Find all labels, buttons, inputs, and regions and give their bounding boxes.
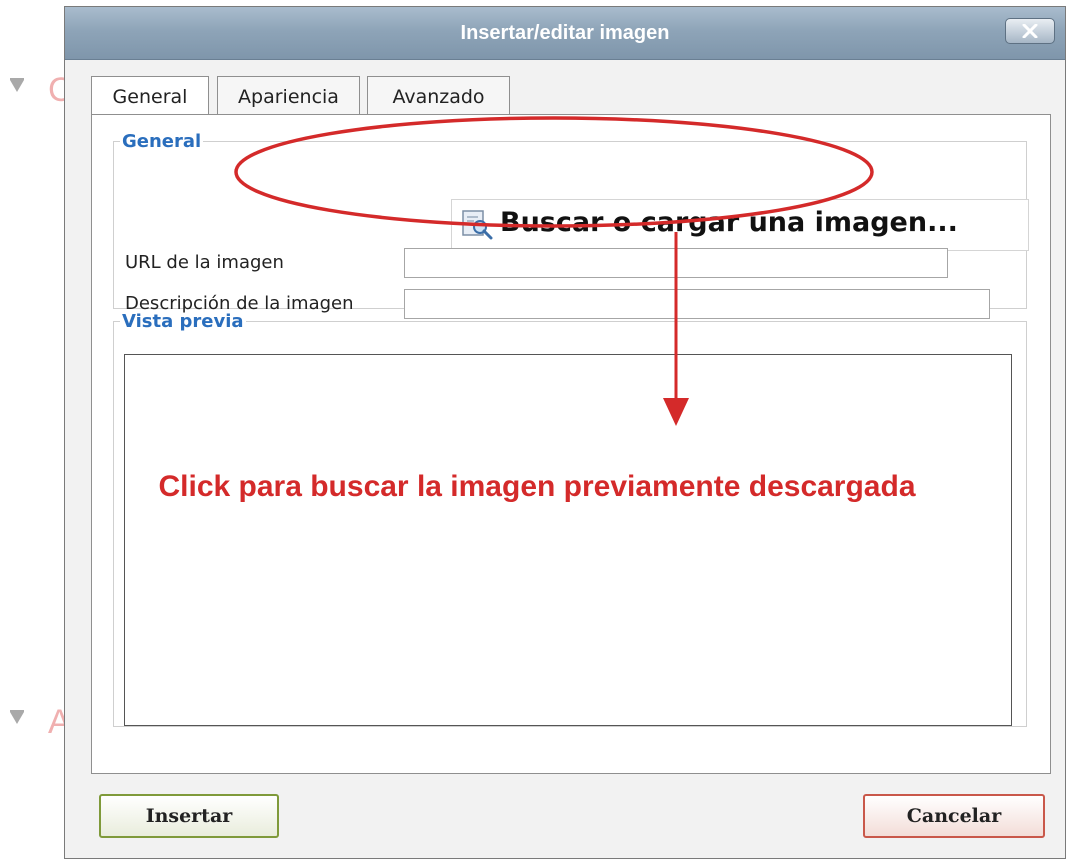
image-search-icon [462, 210, 493, 240]
insert-image-dialog: Insertar/editar imagen General Aparienci… [64, 6, 1066, 859]
tab-apariencia[interactable]: Apariencia [217, 76, 360, 116]
dialog-title: Insertar/editar imagen [460, 22, 670, 44]
collapse-triangle-icon[interactable] [10, 80, 24, 92]
insert-button[interactable]: Insertar [99, 794, 279, 838]
collapse-bar [10, 710, 24, 712]
dialog-titlebar[interactable]: Insertar/editar imagen [65, 7, 1065, 60]
url-label: URL de la imagen [125, 252, 284, 273]
preview-legend: Vista previa [122, 311, 244, 332]
tab-general[interactable]: General [91, 76, 209, 118]
tab-avanzado[interactable]: Avanzado [367, 76, 510, 116]
close-button[interactable] [1005, 18, 1055, 44]
collapse-triangle-icon[interactable] [10, 712, 24, 724]
browse-upload-button[interactable]: Buscar o cargar una imagen... [451, 199, 1029, 251]
image-preview-area [124, 354, 1012, 726]
tab-panel-general: General Buscar o cargar una imagen... UR… [91, 114, 1051, 774]
annotation-text: Click para buscar la imagen previamente … [158, 470, 916, 503]
browse-label: Buscar o cargar una imagen... [500, 207, 958, 238]
general-legend: General [122, 131, 202, 152]
cancel-button[interactable]: Cancelar [863, 794, 1045, 838]
general-fieldset: General Buscar o cargar una imagen... UR… [113, 131, 1029, 319]
collapse-bar [10, 78, 24, 80]
url-input[interactable] [404, 248, 948, 278]
close-icon [1022, 24, 1038, 38]
preview-fieldset: Vista previa [113, 311, 1027, 727]
